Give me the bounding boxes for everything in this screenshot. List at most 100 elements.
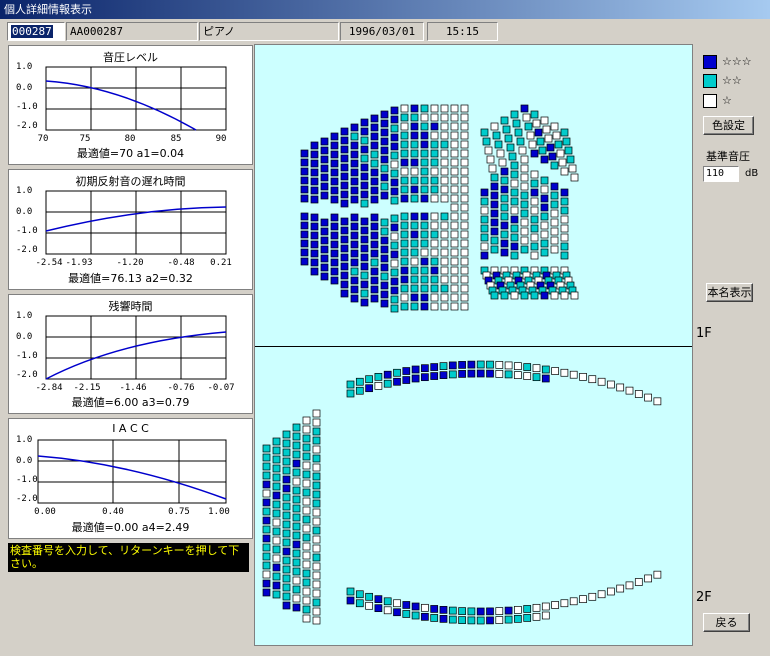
- seat: [300, 257, 309, 266]
- x-tick: -2.15: [73, 383, 101, 393]
- seat: [569, 597, 578, 606]
- seat: [460, 203, 469, 212]
- seat: [292, 558, 301, 567]
- seat: [486, 616, 494, 625]
- seat: [310, 267, 319, 276]
- seat: [504, 134, 513, 143]
- seat: [380, 290, 389, 299]
- seat: [292, 450, 301, 459]
- seat: [430, 185, 439, 194]
- seat: [420, 113, 429, 122]
- seat: [292, 495, 301, 504]
- seat: [530, 242, 539, 251]
- seat: [292, 504, 301, 513]
- x-tick: 0.00: [34, 507, 56, 517]
- seat: [272, 581, 281, 590]
- seat: [560, 251, 569, 260]
- seat: [346, 596, 355, 605]
- seat: [450, 113, 459, 122]
- seat: [460, 194, 469, 203]
- seat: [302, 587, 311, 596]
- seat: [410, 284, 419, 293]
- seat: [282, 439, 291, 448]
- seat: [486, 369, 494, 378]
- seat: [350, 186, 359, 195]
- seat: [360, 271, 369, 280]
- seat: [440, 239, 449, 248]
- seat: [410, 176, 419, 185]
- seat: [430, 122, 439, 131]
- seat: [272, 473, 281, 482]
- seat: [440, 257, 449, 266]
- seat: [312, 517, 321, 526]
- x-tick: -2.84: [35, 383, 63, 393]
- seat: [430, 275, 439, 284]
- seat: [340, 244, 349, 253]
- legend-label: ☆☆☆: [722, 55, 752, 68]
- window-title: 個人詳細情報表示: [0, 0, 770, 19]
- color-settings-button[interactable]: 色設定: [703, 116, 754, 135]
- seat: [312, 508, 321, 517]
- seat: [440, 194, 449, 203]
- seat: [420, 149, 429, 158]
- seat: [282, 457, 291, 466]
- seat: [402, 610, 411, 618]
- seat: [380, 182, 389, 191]
- seat: [430, 131, 439, 140]
- seat: [440, 176, 449, 185]
- seat: [282, 601, 291, 610]
- seat: [490, 209, 499, 218]
- seat: [411, 374, 420, 383]
- seat: [370, 141, 379, 150]
- seat: [340, 163, 349, 172]
- seat: [460, 257, 469, 266]
- seat: [430, 176, 439, 185]
- seat: [550, 191, 559, 200]
- seat: [262, 579, 271, 588]
- seat: [282, 466, 291, 475]
- seat: [262, 543, 271, 552]
- seat: [448, 370, 457, 379]
- seat: [410, 140, 419, 149]
- real-name-button[interactable]: 本名表示: [706, 283, 753, 302]
- seat: [390, 160, 399, 169]
- seat: [560, 599, 569, 608]
- seat: [440, 104, 449, 113]
- seat: [312, 616, 321, 625]
- x-tick: 0.40: [102, 507, 124, 517]
- seat: [439, 615, 448, 623]
- seat: [540, 212, 549, 221]
- seat: [400, 158, 409, 167]
- seat: [370, 132, 379, 141]
- exam-number-input[interactable]: 000287: [7, 22, 65, 41]
- seat: [420, 104, 429, 113]
- seat: [566, 155, 575, 164]
- seat: [320, 191, 329, 200]
- x-tick: 80: [124, 134, 136, 144]
- reference-pressure-input[interactable]: 110: [703, 166, 739, 182]
- seat: [430, 284, 439, 293]
- seat: [490, 191, 499, 200]
- seat: [272, 464, 281, 473]
- seat: [340, 262, 349, 271]
- seat: [292, 549, 301, 558]
- seat: [534, 128, 543, 137]
- back-button[interactable]: 戻る: [703, 613, 750, 632]
- seat: [450, 122, 459, 131]
- seat: [400, 113, 409, 122]
- patient-id-field: AA000287: [66, 22, 198, 41]
- seat: [450, 248, 459, 257]
- seat: [556, 149, 565, 158]
- seat: [320, 272, 329, 281]
- seat: [330, 267, 339, 276]
- seat: [292, 423, 301, 432]
- seat: [480, 206, 489, 215]
- seat: [430, 158, 439, 167]
- seat: [370, 186, 379, 195]
- seat: [370, 231, 379, 240]
- seat: [538, 146, 547, 155]
- seat: [300, 167, 309, 176]
- y-tick: 0.0: [16, 332, 33, 342]
- seat: [430, 221, 439, 230]
- seat: [302, 479, 311, 488]
